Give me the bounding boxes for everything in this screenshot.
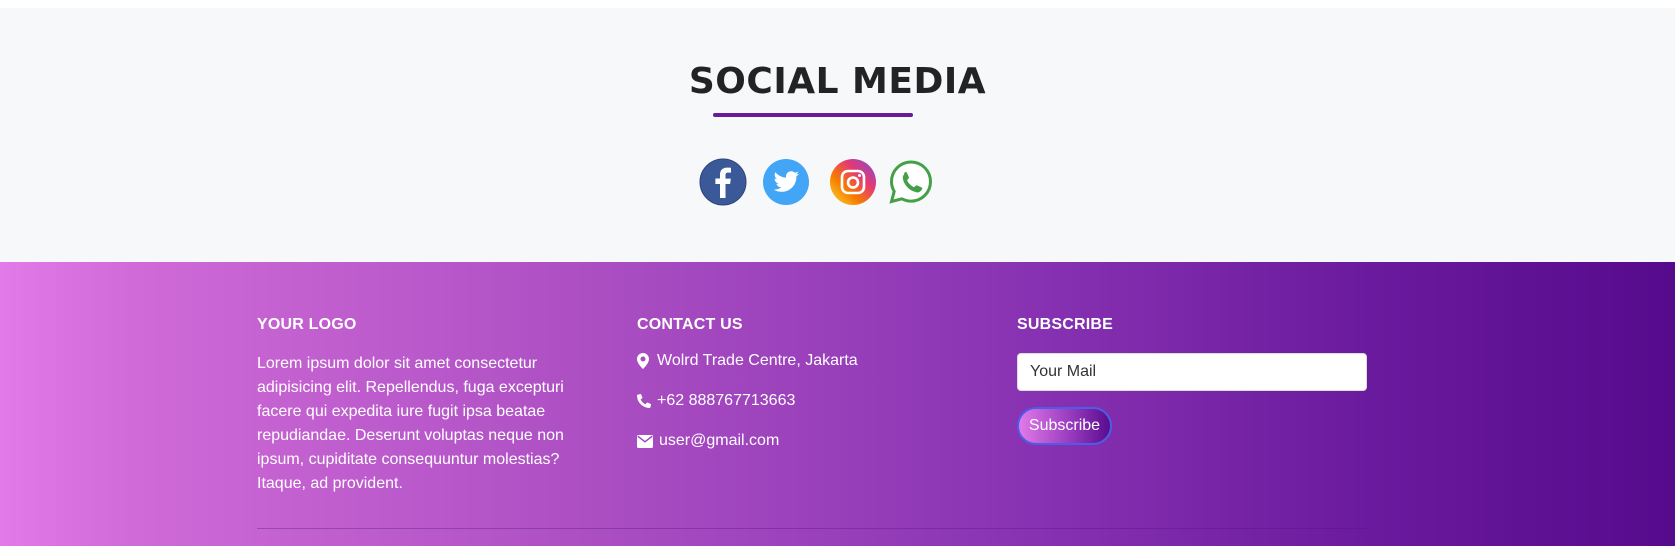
twitter-icon[interactable] [762,158,810,206]
contact-phone: +62 888767713663 [637,392,795,410]
contact-email: user@gmail.com [637,432,779,450]
mail-input[interactable] [1017,353,1367,391]
whatsapp-icon[interactable] [887,158,935,206]
social-media-section: SOCIAL MEDIA [0,8,1675,262]
contact-address: Wolrd Trade Centre, Jakarta [637,352,858,370]
subscribe-button[interactable]: Subscribe [1017,407,1112,445]
phone-text: +62 888767713663 [657,392,796,409]
phone-icon [637,393,652,409]
map-marker-icon [637,353,651,369]
facebook-icon[interactable] [699,158,747,206]
title-underline [713,113,913,117]
footer-divider [257,528,1367,529]
address-text: Wolrd Trade Centre, Jakarta [657,352,858,369]
social-media-title: SOCIAL MEDIA [688,61,987,102]
envelope-icon [637,433,653,449]
about-text: Lorem ipsum dolor sit amet consectetur a… [257,355,564,492]
social-icons [0,158,1675,208]
top-strip [0,0,1675,8]
contact-heading: CONTACT US [637,316,743,333]
footer: YOUR LOGO Lorem ipsum dolor sit amet con… [0,262,1675,546]
email-text[interactable]: user@gmail.com [659,432,779,450]
instagram-icon[interactable] [829,158,877,206]
subscribe-heading: SUBSCRIBE [1017,316,1114,333]
logo-heading: YOUR LOGO [257,316,357,333]
